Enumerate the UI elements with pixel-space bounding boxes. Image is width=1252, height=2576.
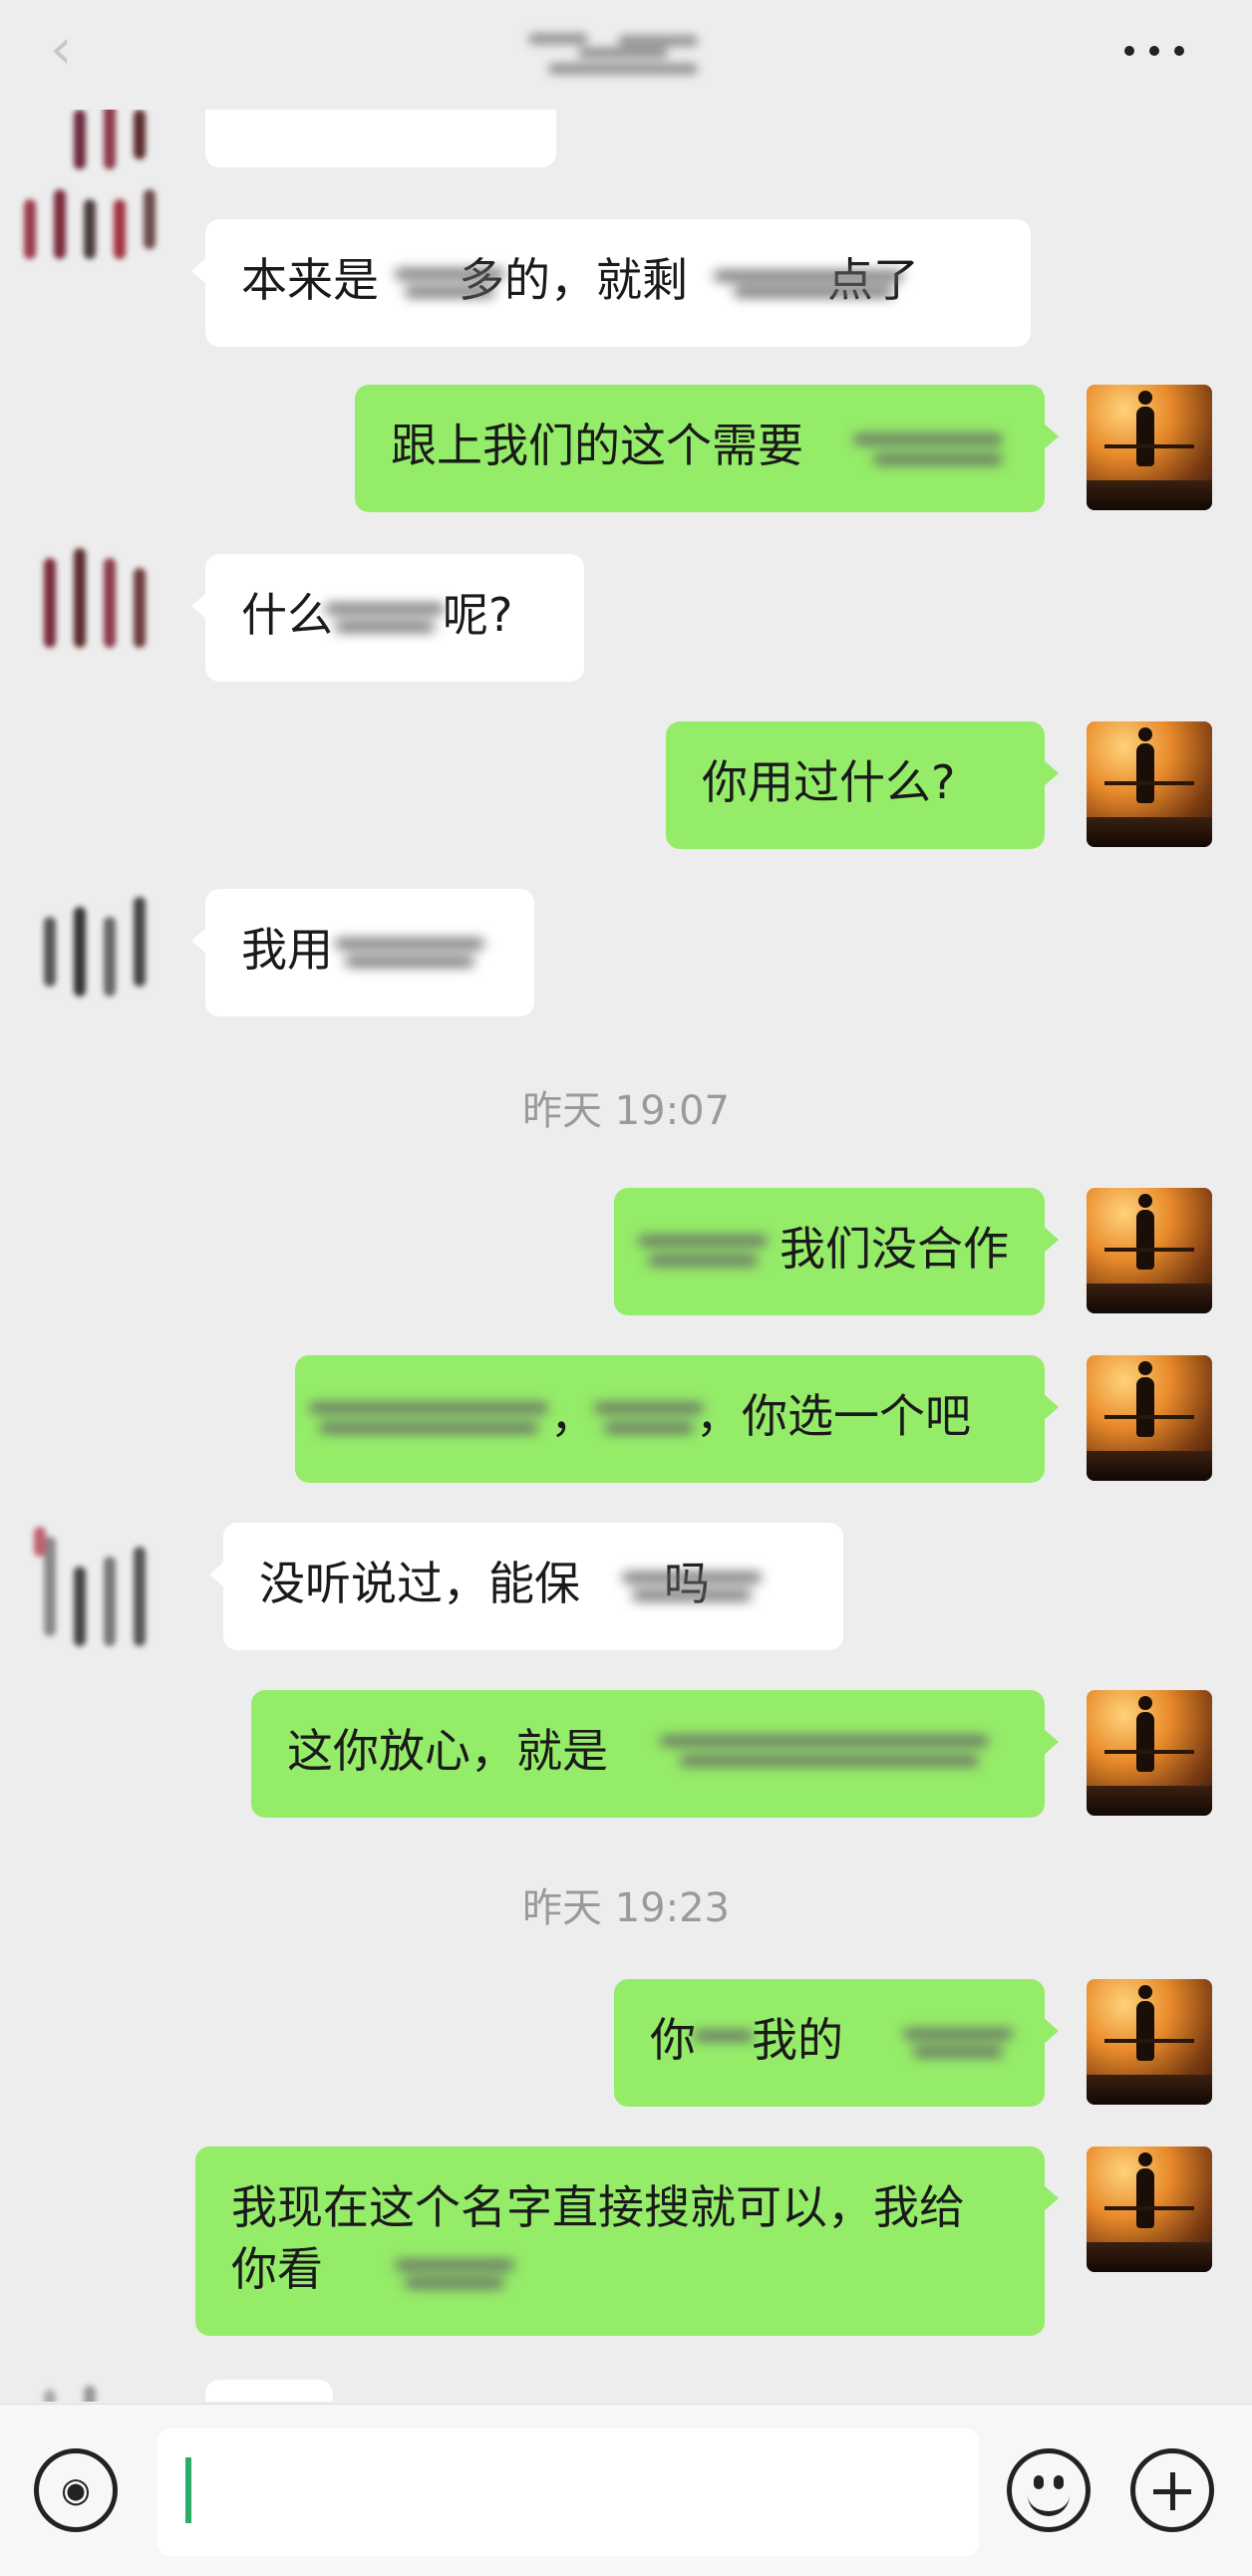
timestamp: 昨天 19:23 — [522, 1885, 730, 1931]
redacted-text — [660, 1720, 999, 1790]
message-bubble[interactable]: ，，你选一个吧 — [295, 1355, 1059, 1483]
message-text: ，你选一个吧 — [696, 1389, 971, 1443]
contact-avatar[interactable] — [14, 2380, 144, 2402]
my-avatar[interactable] — [1087, 721, 1212, 847]
contact-avatar[interactable] — [14, 1517, 173, 1676]
message-bubble[interactable]: 我现在这个名字直接搜就可以，我给你看 — [195, 2147, 1059, 2336]
redacted-text — [694, 2015, 754, 2075]
my-avatar[interactable] — [1087, 1690, 1212, 1816]
plus-icon[interactable] — [1130, 2448, 1214, 2532]
message-text: 没听说过，能保 — [259, 1557, 580, 1610]
redacted-text — [335, 925, 484, 985]
message-text: 我的 — [752, 2013, 843, 2067]
redacted-text — [594, 1385, 704, 1455]
contact-avatar[interactable] — [14, 538, 173, 698]
more-dots-icon[interactable] — [1124, 46, 1184, 60]
message-text: 本来是 — [241, 253, 379, 307]
message-list: 本来是多的，就剩点了 跟上我们的这个需要 什么 呢? 你用过什么? 我用 昨天 1… — [0, 110, 1252, 2402]
message-input[interactable] — [157, 2429, 979, 2556]
redacted-text — [395, 2246, 514, 2306]
message-text: 呢? — [443, 588, 513, 642]
message-text: 什么 — [241, 588, 333, 642]
voice-icon[interactable]: ◉ — [34, 2448, 118, 2532]
redacted-text — [714, 259, 913, 309]
chat-title-redacted — [528, 28, 708, 84]
redacted-text — [622, 1559, 762, 1618]
message-text: 我们没合作 — [780, 1222, 1009, 1276]
message-bubble[interactable] — [205, 2380, 333, 2402]
message-bubble[interactable]: 我用 — [191, 889, 534, 1016]
message-bubble[interactable] — [205, 110, 556, 167]
redacted-text — [395, 259, 504, 309]
my-avatar[interactable] — [1087, 1188, 1212, 1313]
message-bubble[interactable]: 没听说过，能保吗 — [209, 1523, 843, 1650]
message-text: 你用过什么? — [702, 755, 956, 809]
emoji-icon[interactable] — [1007, 2448, 1091, 2532]
contact-avatar[interactable] — [14, 110, 173, 259]
message-text: 跟上我们的这个需要 — [391, 419, 803, 472]
my-avatar[interactable] — [1087, 1979, 1212, 2105]
message-bubble[interactable]: 你用过什么? — [666, 721, 1059, 849]
message-text: 我用 — [241, 923, 333, 977]
message-bubble[interactable]: 你 我的 — [614, 1979, 1059, 2107]
chevron-left-icon[interactable]: ‹ — [50, 22, 94, 78]
message-bubble[interactable]: 跟上我们的这个需要 — [355, 385, 1059, 512]
message-bubble[interactable]: 本来是多的，就剩点了 — [191, 219, 1031, 347]
message-text: 你 — [650, 2013, 696, 2067]
my-avatar[interactable] — [1087, 1355, 1212, 1481]
timestamp: 昨天 19:07 — [522, 1088, 730, 1134]
my-avatar[interactable] — [1087, 2147, 1212, 2272]
redacted-text — [638, 1218, 768, 1288]
message-bubble[interactable]: 我们没合作 — [614, 1188, 1059, 1315]
redacted-text — [309, 1385, 558, 1455]
redacted-text — [325, 590, 445, 650]
message-bubble[interactable]: 什么 呢? — [191, 554, 584, 682]
redacted-text — [903, 2015, 1013, 2075]
my-avatar[interactable] — [1087, 385, 1212, 510]
contact-avatar[interactable] — [14, 877, 173, 1036]
text-cursor — [185, 2457, 191, 2523]
message-bubble[interactable]: 这你放心，就是 — [251, 1690, 1059, 1818]
message-text: 这你放心，就是 — [287, 1724, 608, 1778]
redacted-text — [853, 415, 1013, 484]
message-text: 我现在这个名字直接搜就可以，我给你看 — [231, 2180, 965, 2296]
